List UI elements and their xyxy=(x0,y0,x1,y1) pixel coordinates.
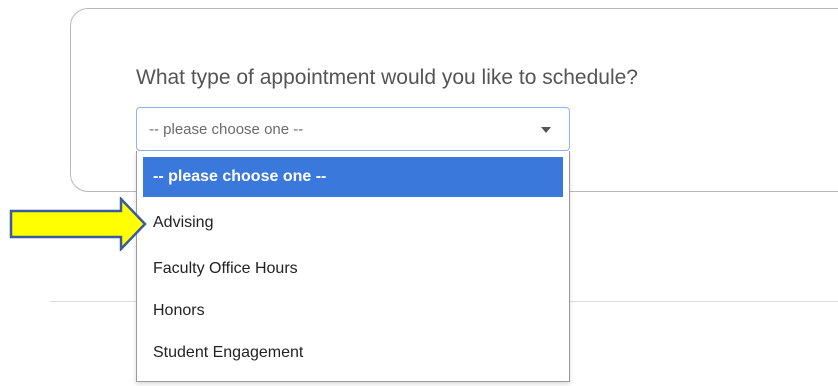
option-faculty-office-hours[interactable]: Faculty Office Hours xyxy=(143,249,563,289)
pointer-arrow-icon xyxy=(9,197,147,251)
option-honors[interactable]: Honors xyxy=(143,291,563,331)
select-current-value: -- please choose one -- xyxy=(149,121,304,138)
option-advising[interactable]: Advising xyxy=(143,203,563,243)
option-please-choose[interactable]: -- please choose one -- xyxy=(143,157,563,197)
appointment-type-dropdown: -- please choose one -- Advising Faculty… xyxy=(136,151,570,382)
appointment-page: What type of appointment would you like … xyxy=(0,0,838,386)
chevron-down-icon[interactable] xyxy=(541,127,551,133)
appointment-type-select[interactable]: -- please choose one -- xyxy=(136,107,570,151)
appointment-question: What type of appointment would you like … xyxy=(136,66,638,89)
option-student-engagement[interactable]: Student Engagement xyxy=(143,333,563,373)
